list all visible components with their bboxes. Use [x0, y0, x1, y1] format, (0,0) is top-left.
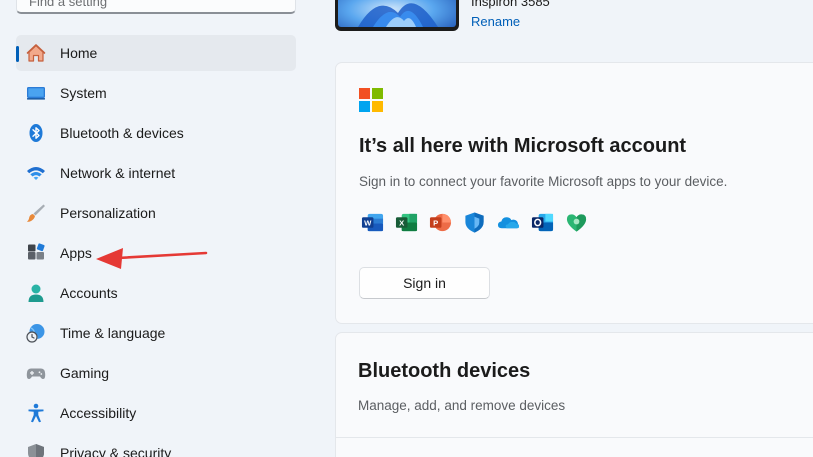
card-subtitle: Manage, add, and remove devices — [358, 398, 566, 413]
accessibility-icon — [26, 403, 46, 423]
sidebar-item-network-internet[interactable]: Network & internet — [16, 155, 296, 191]
microsoft-account-card: It’s all here with Microsoft account Sig… — [335, 62, 813, 324]
card-title: Bluetooth devices — [358, 360, 531, 382]
wallpaper-image — [338, 0, 456, 27]
sidebar-item-label: Apps — [60, 245, 92, 261]
svg-text:P: P — [433, 218, 438, 227]
microsoft-logo-icon — [359, 88, 383, 112]
onedrive-icon — [497, 211, 520, 234]
sidebar-item-personalization[interactable]: Personalization — [16, 195, 296, 231]
sidebar-item-label: System — [60, 85, 107, 101]
word-icon: W — [361, 211, 384, 234]
brush-icon — [26, 203, 46, 223]
device-name: Inspiron 3585 — [471, 0, 550, 9]
powerpoint-icon: P — [429, 211, 452, 234]
outlook-icon — [531, 211, 554, 234]
globe-clock-icon — [26, 323, 46, 343]
rename-link[interactable]: Rename — [471, 14, 520, 29]
sidebar-item-bluetooth-devices[interactable]: Bluetooth & devices — [16, 115, 296, 151]
sidebar-item-label: Time & language — [60, 325, 166, 341]
bluetooth-icon — [26, 123, 46, 143]
sidebar-item-home[interactable]: Home — [16, 35, 296, 71]
app-icons-row: W X P — [361, 211, 588, 234]
sidebar-item-label: Privacy & security — [60, 445, 172, 457]
wifi-icon — [26, 163, 46, 183]
gamepad-icon — [26, 363, 46, 383]
svg-text:W: W — [364, 218, 372, 227]
sidebar-item-label: Network & internet — [60, 165, 176, 181]
sidebar-item-label: Accounts — [60, 285, 118, 301]
family-safety-icon — [565, 211, 588, 234]
search-input[interactable] — [29, 0, 283, 9]
divider — [336, 437, 813, 438]
annotation-arrow-icon — [96, 248, 208, 269]
excel-icon: X — [395, 211, 418, 234]
sidebar-item-label: Gaming — [60, 365, 110, 381]
sidebar-item-gaming[interactable]: Gaming — [16, 355, 296, 391]
accounts-icon — [26, 283, 46, 303]
apps-icon — [26, 243, 46, 263]
shield-icon — [26, 443, 46, 457]
defender-icon — [463, 211, 486, 234]
sidebar-item-label: Accessibility — [60, 405, 137, 421]
sidebar-item-accounts[interactable]: Accounts — [16, 275, 296, 311]
sidebar-item-system[interactable]: System — [16, 75, 296, 111]
home-icon — [26, 43, 46, 63]
sidebar-item-accessibility[interactable]: Accessibility — [16, 395, 296, 431]
bluetooth-devices-card: Bluetooth devices Manage, add, and remov… — [335, 332, 813, 457]
device-thumbnail — [335, 0, 459, 31]
system-icon — [26, 83, 46, 103]
sidebar-item-label: Bluetooth & devices — [60, 125, 184, 141]
sidebar-item-label: Home — [60, 45, 98, 61]
sign-in-button[interactable]: Sign in — [359, 267, 490, 299]
svg-text:X: X — [399, 218, 405, 227]
sidebar-item-label: Personalization — [60, 205, 156, 221]
card-title: It’s all here with Microsoft account — [359, 135, 687, 157]
search-box[interactable] — [16, 0, 296, 14]
sidebar-item-time-language[interactable]: Time & language — [16, 315, 296, 351]
sidebar-item-privacy-security[interactable]: Privacy & security — [16, 435, 296, 457]
card-subtitle: Sign in to connect your favorite Microso… — [359, 174, 728, 189]
